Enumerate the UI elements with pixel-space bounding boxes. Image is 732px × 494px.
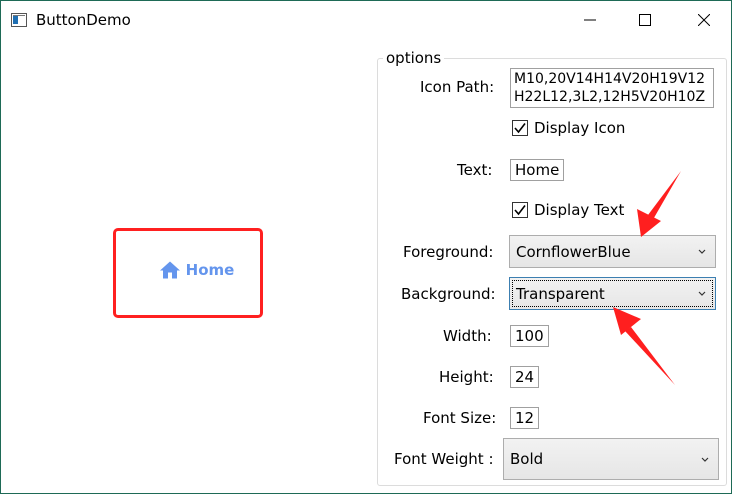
chevron-down-icon [701,457,709,462]
font-size-label: Font Size: [423,409,497,427]
focus-ring [512,280,713,307]
home-icon [159,261,180,279]
options-legend: options [383,49,445,67]
font-size-input[interactable]: 12 [510,407,540,429]
background-combobox[interactable]: Transparent [509,277,716,310]
window-title: ButtonDemo [36,11,131,29]
font-weight-value: Bold [510,450,544,468]
checkmark-icon [514,205,526,216]
app-window: ButtonDemo Home options Icon Path: M10,2… [0,0,732,494]
close-icon [698,14,710,26]
foreground-combobox[interactable]: CornflowerBlue [509,235,716,268]
height-label: Height: [439,368,494,386]
icon-path-line-1: M10,20V14H14V20H19V12 [514,71,706,87]
minimize-icon [584,19,596,21]
app-icon [11,13,27,27]
display-text-check-box[interactable] [512,202,528,218]
close-button[interactable] [681,1,727,39]
maximize-icon [639,14,651,26]
text-label: Text: [457,161,493,179]
title-bar[interactable]: ButtonDemo [1,1,731,39]
minimize-button[interactable] [567,1,613,39]
chevron-down-icon [698,291,706,296]
icon-path-input[interactable]: M10,20V14H14V20H19V12 H22L12,3L2,12H5V20… [510,68,714,108]
width-label: Width: [443,327,492,345]
height-input[interactable]: 24 [510,366,540,388]
font-weight-combobox[interactable]: Bold [503,438,719,480]
text-input[interactable]: Home [510,159,565,181]
font-weight-label: Font Weight : [394,450,494,468]
display-icon-checkbox[interactable]: Display Icon [512,119,625,137]
icon-path-label: Icon Path: [420,78,495,96]
display-text-label: Display Text [534,201,625,219]
chevron-down-icon [698,249,706,254]
foreground-label: Foreground: [403,243,494,261]
checkmark-icon [514,123,526,134]
display-icon-check-box[interactable] [512,120,528,136]
demo-home-button[interactable]: Home [113,228,263,318]
background-label: Background: [401,285,496,303]
display-icon-label: Display Icon [534,119,626,137]
foreground-value: CornflowerBlue [516,242,631,261]
maximize-button[interactable] [622,1,668,39]
icon-path-line-2: H22L12,3L2,12H5V20H10Z [514,89,706,105]
width-input[interactable]: 100 [510,325,549,347]
display-text-checkbox[interactable]: Display Text [512,201,624,219]
demo-button-label: Home [185,261,235,279]
